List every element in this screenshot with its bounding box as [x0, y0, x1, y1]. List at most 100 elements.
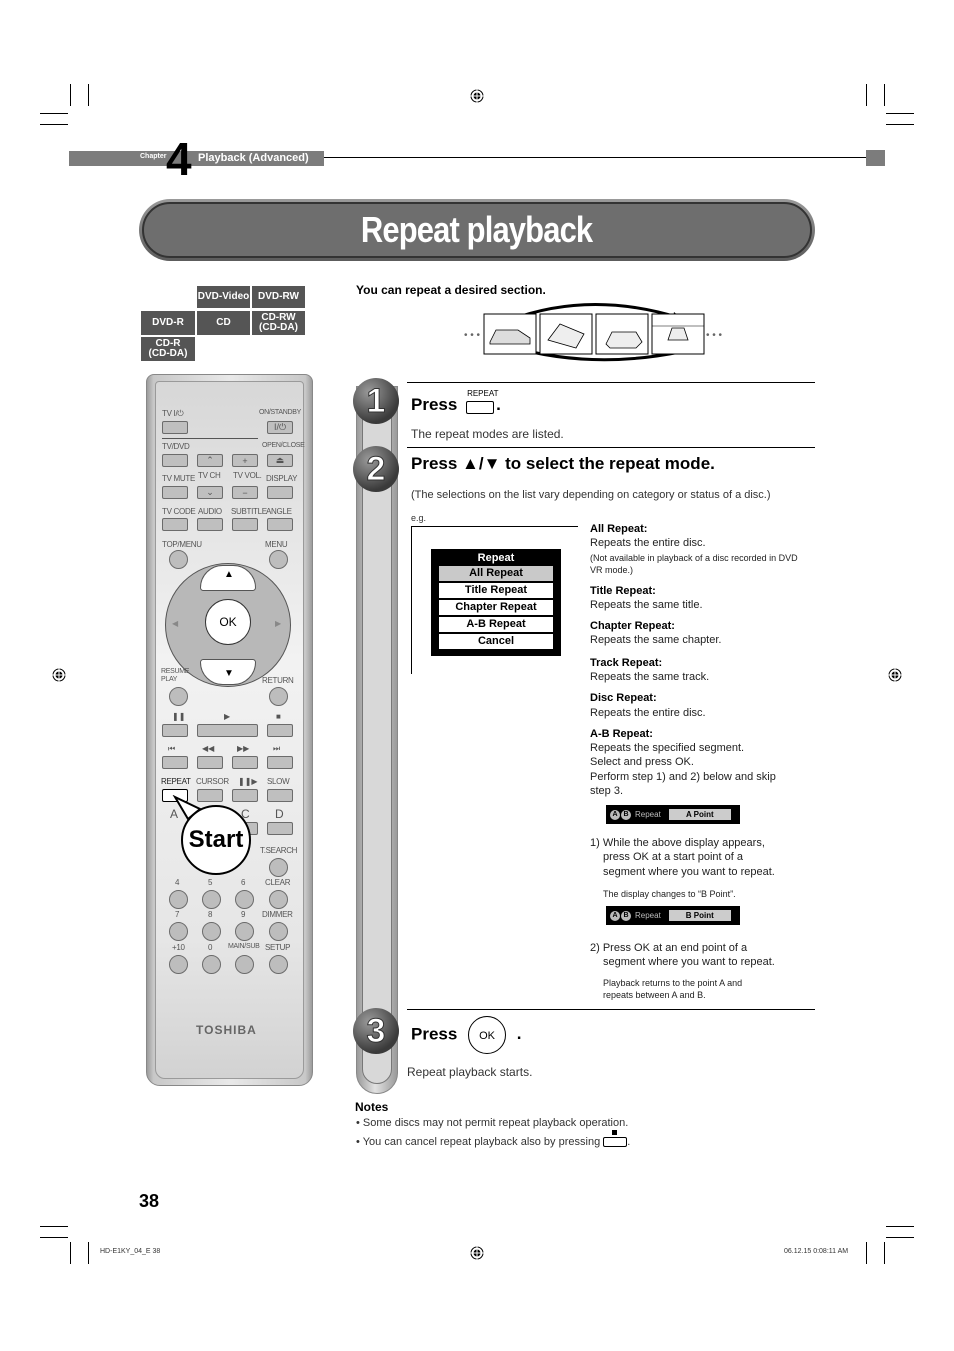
intro-text: You can repeat a desired section. [356, 283, 546, 297]
menu-item-all-repeat[interactable]: All Repeat [439, 566, 553, 581]
step-heading-text: Press [411, 395, 458, 414]
stop-button-icon [603, 1130, 628, 1148]
d-button[interactable] [267, 822, 293, 835]
number-9-button[interactable] [235, 922, 254, 941]
remote-label: SLOW [267, 777, 290, 786]
crop-mark [70, 1242, 71, 1264]
ok-button-icon: OK [468, 1016, 507, 1054]
crop-mark [884, 84, 885, 106]
remote-label: T.SEARCH [260, 846, 298, 855]
tv-mute-button[interactable] [162, 486, 188, 499]
crop-mark [886, 1237, 914, 1238]
skip-back-button[interactable] [162, 756, 188, 769]
rewind-button[interactable] [197, 756, 223, 769]
remote-label: SUBTITLE [231, 507, 267, 516]
dpad-left-button[interactable]: ◀ [172, 619, 178, 628]
number-5-button[interactable] [202, 890, 221, 909]
remote-label: REPEAT [161, 777, 191, 786]
power-button[interactable]: I/⏻ [267, 421, 293, 434]
slow-button[interactable] [267, 789, 293, 802]
repeat-illustration: • • • • • • [464, 303, 723, 362]
chapter-number: 4 [166, 133, 192, 185]
number-4-button[interactable] [169, 890, 188, 909]
t-search-button[interactable] [269, 858, 288, 877]
tv-ch-down-button[interactable]: ⌄ [197, 486, 223, 499]
remote-label: RESUME PLAY [161, 668, 190, 683]
tv-vol-down-button[interactable]: − [232, 486, 258, 499]
remote-label: 8 [208, 910, 213, 919]
remote-label: ON/STANDBY [259, 409, 301, 416]
tv-power-button[interactable] [162, 421, 188, 434]
disc-badge-dvd-rw: DVD-RW [252, 286, 305, 308]
mode-desc: Repeats the same track. [590, 671, 710, 683]
mode-note: (Not available in playback of a disc rec… [590, 553, 798, 575]
menu-item-ab-repeat[interactable]: A-B Repeat [439, 617, 553, 632]
number-6-button[interactable] [235, 890, 254, 909]
chapter-end-marker [866, 150, 885, 166]
remote-label: MAIN/SUB [228, 943, 260, 950]
mode-desc: Perform step 1) and 2) below and skip [590, 771, 776, 783]
remote-label: CURSOR [196, 777, 229, 786]
number-0-button[interactable] [202, 955, 221, 974]
remote-label: DIMMER [262, 910, 293, 919]
angle-button[interactable] [267, 518, 293, 531]
crop-mark [866, 1242, 867, 1264]
registration-mark-icon [52, 668, 66, 682]
remote-label: TV/DVD [162, 442, 190, 451]
dimmer-button[interactable] [269, 922, 288, 941]
repeat-menu: Repeat All Repeat Title Repeat Chapter R… [431, 549, 561, 656]
remote-label: TV CODE [162, 507, 196, 516]
remote-label: 0 [208, 943, 213, 952]
mode-name: A-B Repeat: [590, 728, 653, 740]
tv-dvd-button[interactable] [162, 454, 188, 467]
play-button[interactable] [197, 724, 258, 737]
remote-label: 5 [208, 878, 213, 887]
top-menu-button[interactable] [169, 550, 188, 569]
plus10-button[interactable] [169, 955, 188, 974]
ok-button[interactable]: OK [205, 599, 251, 645]
tv-code-button[interactable] [162, 518, 188, 531]
remote-label: D [275, 807, 284, 821]
brand-logo: TOSHIBA [196, 1023, 257, 1037]
skip-forward-button[interactable] [267, 756, 293, 769]
skip-forward-icon: ⏭ [273, 744, 281, 753]
osd-value: B Point [668, 910, 731, 921]
stop-button[interactable] [267, 724, 293, 737]
audio-button[interactable] [197, 518, 223, 531]
menu-item-title-repeat[interactable]: Title Repeat [439, 583, 553, 598]
open-close-button[interactable]: ⏏ [267, 454, 293, 467]
crop-mark [40, 113, 68, 114]
return-button[interactable] [269, 687, 288, 706]
main-sub-button[interactable] [235, 955, 254, 974]
crop-mark [40, 1226, 68, 1227]
setup-button[interactable] [269, 955, 288, 974]
menu-button[interactable] [269, 550, 288, 569]
pause-icon: ❚❚ [172, 712, 186, 721]
ab-step-2: segment where you want to repeat. [603, 956, 775, 968]
subtitle-button[interactable] [232, 518, 258, 531]
resume-play-button[interactable] [169, 687, 188, 706]
dpad-right-button[interactable]: ▶ [275, 619, 281, 628]
fast-forward-button[interactable] [232, 756, 258, 769]
clear-button[interactable] [269, 890, 288, 909]
ab-step-1: segment where you want to repeat. [603, 866, 775, 878]
crop-mark [40, 1237, 68, 1238]
tv-ch-up-button[interactable]: ⌃ [197, 454, 223, 467]
pause-button[interactable] [162, 724, 188, 737]
b-badge-icon: B [621, 809, 631, 820]
crop-mark [886, 113, 914, 114]
mode-name: All Repeat: [590, 523, 648, 535]
number-8-button[interactable] [202, 922, 221, 941]
svg-text:• • •: • • • [706, 330, 723, 341]
menu-item-chapter-repeat[interactable]: Chapter Repeat [439, 600, 553, 615]
disc-badge-cd-r: CD-R (CD-DA) [141, 337, 195, 361]
notes-heading: Notes [355, 1100, 389, 1114]
frame-advance-button[interactable] [232, 789, 258, 802]
ab-step-1: 1) While the above display appears, [590, 837, 765, 849]
page-number: 38 [139, 1191, 160, 1211]
number-7-button[interactable] [169, 922, 188, 941]
tv-vol-up-button[interactable]: + [232, 454, 258, 467]
display-button[interactable] [267, 486, 293, 499]
registration-mark-icon [888, 668, 902, 682]
menu-item-cancel[interactable]: Cancel [439, 634, 553, 649]
